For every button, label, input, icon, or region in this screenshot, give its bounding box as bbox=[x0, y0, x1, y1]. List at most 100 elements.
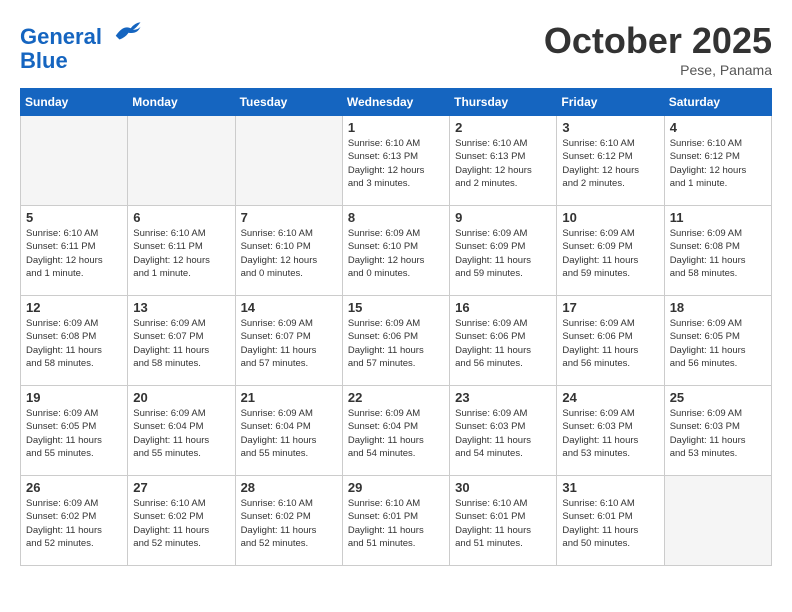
day-info: Sunrise: 6:09 AM Sunset: 6:06 PM Dayligh… bbox=[562, 317, 658, 370]
day-info: Sunrise: 6:10 AM Sunset: 6:01 PM Dayligh… bbox=[562, 497, 658, 550]
day-info: Sunrise: 6:10 AM Sunset: 6:12 PM Dayligh… bbox=[670, 137, 766, 190]
day-number: 7 bbox=[241, 210, 337, 225]
calendar-cell: 20Sunrise: 6:09 AM Sunset: 6:04 PM Dayli… bbox=[128, 386, 235, 476]
day-info: Sunrise: 6:09 AM Sunset: 6:05 PM Dayligh… bbox=[26, 407, 122, 460]
day-info: Sunrise: 6:09 AM Sunset: 6:09 PM Dayligh… bbox=[562, 227, 658, 280]
calendar-cell: 25 Sunrise: 6:09 AM Sunset: 6:03 PM Dayli… bbox=[664, 386, 771, 476]
week-row-0: 1 Sunrise: 6:10 AM Sunset: 6:13 PM Daylig… bbox=[21, 116, 772, 206]
day-number: 10 bbox=[562, 210, 658, 225]
day-info: Sunrise: 6:10 AM Sunset: 6:13 PM Dayligh… bbox=[455, 137, 551, 190]
day-info: Sunrise: 6:09 AM Sunset: 6:04 PM Dayligh… bbox=[241, 407, 337, 460]
day-info: Sunrise: 6:09 AM Sunset: 6:08 PM Dayligh… bbox=[26, 317, 122, 370]
day-number: 27 bbox=[133, 480, 229, 495]
calendar-cell: 8 Sunrise: 6:09 AM Sunset: 6:10 PM Daylig… bbox=[342, 206, 449, 296]
day-info: Sunrise: 6:09 AM Sunset: 6:03 PM Dayligh… bbox=[562, 407, 658, 460]
calendar-cell bbox=[235, 116, 342, 206]
week-row-1: 5 Sunrise: 6:10 AM Sunset: 6:11 PM Daylig… bbox=[21, 206, 772, 296]
day-info: Sunrise: 6:09 AM Sunset: 6:05 PM Dayligh… bbox=[670, 317, 766, 370]
day-info: Sunrise: 6:09 AM Sunset: 6:08 PM Dayligh… bbox=[670, 227, 766, 280]
day-info: Sunrise: 6:09 AM Sunset: 6:03 PM Dayligh… bbox=[670, 407, 766, 460]
calendar-cell: 10 Sunrise: 6:09 AM Sunset: 6:09 PM Dayli… bbox=[557, 206, 664, 296]
calendar-cell: 14 Sunrise: 6:09 AM Sunset: 6:07 PM Dayli… bbox=[235, 296, 342, 386]
day-number: 12 bbox=[26, 300, 122, 315]
day-header-sunday: Sunday bbox=[21, 89, 128, 116]
calendar-cell: 18 Sunrise: 6:09 AM Sunset: 6:05 PM Dayli… bbox=[664, 296, 771, 386]
calendar-cell: 12 Sunrise: 6:09 AM Sunset: 6:08 PM Dayli… bbox=[21, 296, 128, 386]
day-info: Sunrise: 6:10 AM Sunset: 6:11 PM Dayligh… bbox=[26, 227, 122, 280]
day-info: Sunrise: 6:09 AM Sunset: 6:09 PM Dayligh… bbox=[455, 227, 551, 280]
calendar-cell bbox=[21, 116, 128, 206]
day-number: 26 bbox=[26, 480, 122, 495]
calendar-cell: 31Sunrise: 6:10 AM Sunset: 6:01 PM Dayli… bbox=[557, 476, 664, 566]
month-title: October 2025 bbox=[544, 20, 772, 62]
day-number: 2 bbox=[455, 120, 551, 135]
day-header-friday: Friday bbox=[557, 89, 664, 116]
calendar-cell: 3 Sunrise: 6:10 AM Sunset: 6:12 PM Daylig… bbox=[557, 116, 664, 206]
page-header: General Blue October 2025 Pese, Panama bbox=[20, 20, 772, 78]
header-row: SundayMondayTuesdayWednesdayThursdayFrid… bbox=[21, 89, 772, 116]
day-info: Sunrise: 6:09 AM Sunset: 6:10 PM Dayligh… bbox=[348, 227, 444, 280]
calendar-cell: 1 Sunrise: 6:10 AM Sunset: 6:13 PM Daylig… bbox=[342, 116, 449, 206]
day-number: 11 bbox=[670, 210, 766, 225]
day-number: 24 bbox=[562, 390, 658, 405]
day-info: Sunrise: 6:10 AM Sunset: 6:12 PM Dayligh… bbox=[562, 137, 658, 190]
day-number: 6 bbox=[133, 210, 229, 225]
day-number: 18 bbox=[670, 300, 766, 315]
calendar-cell: 26Sunrise: 6:09 AM Sunset: 6:02 PM Dayli… bbox=[21, 476, 128, 566]
day-number: 13 bbox=[133, 300, 229, 315]
day-number: 16 bbox=[455, 300, 551, 315]
day-info: Sunrise: 6:09 AM Sunset: 6:04 PM Dayligh… bbox=[133, 407, 229, 460]
calendar-cell bbox=[128, 116, 235, 206]
day-header-monday: Monday bbox=[128, 89, 235, 116]
day-header-saturday: Saturday bbox=[664, 89, 771, 116]
day-number: 4 bbox=[670, 120, 766, 135]
day-info: Sunrise: 6:09 AM Sunset: 6:06 PM Dayligh… bbox=[348, 317, 444, 370]
day-number: 28 bbox=[241, 480, 337, 495]
day-number: 3 bbox=[562, 120, 658, 135]
day-number: 21 bbox=[241, 390, 337, 405]
calendar-table: SundayMondayTuesdayWednesdayThursdayFrid… bbox=[20, 88, 772, 566]
calendar-cell: 6 Sunrise: 6:10 AM Sunset: 6:11 PM Daylig… bbox=[128, 206, 235, 296]
day-number: 8 bbox=[348, 210, 444, 225]
day-info: Sunrise: 6:10 AM Sunset: 6:01 PM Dayligh… bbox=[455, 497, 551, 550]
day-info: Sunrise: 6:10 AM Sunset: 6:10 PM Dayligh… bbox=[241, 227, 337, 280]
day-info: Sunrise: 6:09 AM Sunset: 6:07 PM Dayligh… bbox=[241, 317, 337, 370]
logo-text-blue: Blue bbox=[20, 49, 142, 73]
day-number: 23 bbox=[455, 390, 551, 405]
day-header-tuesday: Tuesday bbox=[235, 89, 342, 116]
week-row-4: 26Sunrise: 6:09 AM Sunset: 6:02 PM Dayli… bbox=[21, 476, 772, 566]
day-number: 25 bbox=[670, 390, 766, 405]
day-number: 1 bbox=[348, 120, 444, 135]
day-number: 17 bbox=[562, 300, 658, 315]
calendar-cell: 5 Sunrise: 6:10 AM Sunset: 6:11 PM Daylig… bbox=[21, 206, 128, 296]
day-info: Sunrise: 6:10 AM Sunset: 6:11 PM Dayligh… bbox=[133, 227, 229, 280]
calendar-cell: 27 Sunrise: 6:10 AM Sunset: 6:02 PM Dayli… bbox=[128, 476, 235, 566]
calendar-cell: 24 Sunrise: 6:09 AM Sunset: 6:03 PM Dayli… bbox=[557, 386, 664, 476]
week-row-3: 19Sunrise: 6:09 AM Sunset: 6:05 PM Dayli… bbox=[21, 386, 772, 476]
day-number: 9 bbox=[455, 210, 551, 225]
calendar-cell: 7 Sunrise: 6:10 AM Sunset: 6:10 PM Daylig… bbox=[235, 206, 342, 296]
day-info: Sunrise: 6:09 AM Sunset: 6:03 PM Dayligh… bbox=[455, 407, 551, 460]
title-block: October 2025 Pese, Panama bbox=[544, 20, 772, 78]
day-number: 14 bbox=[241, 300, 337, 315]
calendar-cell: 29Sunrise: 6:10 AM Sunset: 6:01 PM Dayli… bbox=[342, 476, 449, 566]
day-info: Sunrise: 6:10 AM Sunset: 6:02 PM Dayligh… bbox=[133, 497, 229, 550]
calendar-cell: 23 Sunrise: 6:09 AM Sunset: 6:03 PM Dayli… bbox=[450, 386, 557, 476]
calendar-cell: 19Sunrise: 6:09 AM Sunset: 6:05 PM Dayli… bbox=[21, 386, 128, 476]
calendar-cell: 17 Sunrise: 6:09 AM Sunset: 6:06 PM Dayli… bbox=[557, 296, 664, 386]
calendar-cell: 2 Sunrise: 6:10 AM Sunset: 6:13 PM Daylig… bbox=[450, 116, 557, 206]
day-number: 29 bbox=[348, 480, 444, 495]
calendar-cell: 11 Sunrise: 6:09 AM Sunset: 6:08 PM Dayli… bbox=[664, 206, 771, 296]
day-info: Sunrise: 6:09 AM Sunset: 6:04 PM Dayligh… bbox=[348, 407, 444, 460]
day-number: 15 bbox=[348, 300, 444, 315]
calendar-cell: 28Sunrise: 6:10 AM Sunset: 6:02 PM Dayli… bbox=[235, 476, 342, 566]
week-row-2: 12 Sunrise: 6:09 AM Sunset: 6:08 PM Dayli… bbox=[21, 296, 772, 386]
day-number: 22 bbox=[348, 390, 444, 405]
day-number: 5 bbox=[26, 210, 122, 225]
day-info: Sunrise: 6:10 AM Sunset: 6:13 PM Dayligh… bbox=[348, 137, 444, 190]
day-info: Sunrise: 6:09 AM Sunset: 6:07 PM Dayligh… bbox=[133, 317, 229, 370]
calendar-cell: 4 Sunrise: 6:10 AM Sunset: 6:12 PM Daylig… bbox=[664, 116, 771, 206]
day-header-thursday: Thursday bbox=[450, 89, 557, 116]
calendar-cell bbox=[664, 476, 771, 566]
day-info: Sunrise: 6:09 AM Sunset: 6:06 PM Dayligh… bbox=[455, 317, 551, 370]
